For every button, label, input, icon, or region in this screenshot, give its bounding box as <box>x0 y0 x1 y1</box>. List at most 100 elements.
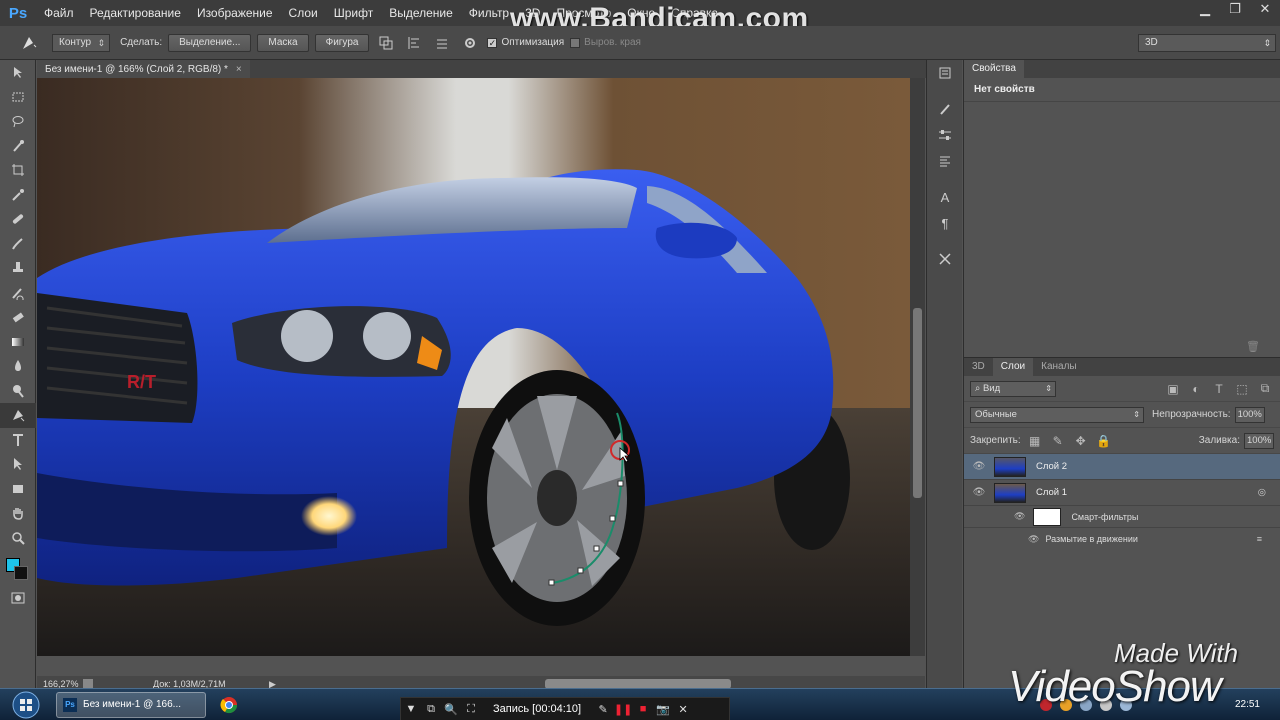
lock-paint-icon[interactable]: ✎ <box>1049 433 1067 449</box>
path-align-icon[interactable] <box>403 32 425 54</box>
mask-button[interactable]: Маска <box>257 33 309 52</box>
document-canvas[interactable]: R/T <box>37 78 910 656</box>
tab-properties[interactable]: Свойства <box>964 60 1024 78</box>
lasso-icon[interactable] <box>0 109 36 134</box>
visibility-eye-icon[interactable]: 👁 <box>964 487 994 498</box>
path-arrange-icon[interactable] <box>431 32 453 54</box>
tool-presets-icon[interactable] <box>927 246 963 272</box>
layer-filter-select[interactable]: ⌕ Вид <box>970 380 1056 397</box>
menu-file[interactable]: Файл <box>36 0 82 26</box>
blur-icon[interactable] <box>0 354 36 379</box>
draw-pencil-icon[interactable]: ✎ <box>593 703 613 716</box>
menu-layers[interactable]: Слои <box>281 0 326 26</box>
taskbar-photoshop-label: Без имени-1 @ 166... <box>83 699 182 710</box>
filter-type-icon[interactable]: T <box>1210 381 1228 397</box>
filter-smart-object-icon[interactable]: ⧉ <box>1256 381 1274 397</box>
chrome-icon[interactable] <box>220 696 238 714</box>
fullscreen-icon[interactable]: ⛶ <box>461 703 481 716</box>
smart-filters-eye-icon[interactable]: 👁 <box>1014 511 1025 522</box>
pen-tool-preset-icon[interactable] <box>18 32 40 54</box>
close-recording-icon[interactable]: ✕ <box>673 703 693 716</box>
tab-3d[interactable]: 3D <box>964 358 993 376</box>
collapse-arrow-icon[interactable]: ▼ <box>401 703 421 715</box>
eyedropper-icon[interactable] <box>0 183 36 208</box>
taskbar-photoshop-button[interactable]: Ps Без имени-1 @ 166... <box>56 692 206 718</box>
smart-filters-row[interactable]: 👁 Смарт-фильтры <box>964 506 1280 528</box>
color-swatches[interactable] <box>0 550 36 586</box>
filter-shape-icon[interactable]: ⬚ <box>1233 381 1251 397</box>
move-icon[interactable] <box>0 60 36 85</box>
lock-position-icon[interactable]: ✥ <box>1072 433 1090 449</box>
filter-options-icon[interactable]: ≡ <box>1257 534 1262 544</box>
camera-icon[interactable]: 📷 <box>653 703 673 716</box>
motion-blur-eye-icon[interactable]: 👁 <box>1028 534 1039 545</box>
close-document-icon[interactable]: × <box>236 64 242 75</box>
align-edges-checkbox[interactable] <box>570 37 581 48</box>
zoom-icon[interactable]: 🔍 <box>441 703 461 716</box>
quick-mask-icon[interactable] <box>0 586 36 611</box>
stop-icon[interactable]: ■ <box>633 703 653 715</box>
optimize-checkbox[interactable]: ✓ <box>487 37 498 48</box>
motion-blur-row[interactable]: 👁 Размытие в движении ≡ <box>964 528 1280 550</box>
pen-mode-select[interactable]: Контур <box>52 33 111 52</box>
quick-select-icon[interactable] <box>0 134 36 159</box>
type-icon[interactable] <box>0 428 36 453</box>
brush-presets-icon[interactable] <box>927 96 963 122</box>
window-mode-icon[interactable]: ⧉ <box>421 703 441 716</box>
gradient-icon[interactable] <box>0 330 36 355</box>
canvas-vertical-scrollbar[interactable] <box>910 78 925 656</box>
properties-trash-icon[interactable]: 🗑 <box>1246 340 1260 353</box>
stamp-icon[interactable] <box>0 256 36 281</box>
gear-icon[interactable] <box>459 32 481 54</box>
fill-field[interactable]: 100% <box>1244 432 1274 449</box>
menu-type[interactable]: Шрифт <box>326 0 381 26</box>
filter-pixel-icon[interactable]: ▣ <box>1164 381 1182 397</box>
pen-icon[interactable] <box>0 403 36 428</box>
hand-icon[interactable] <box>0 501 36 526</box>
blend-mode-select[interactable]: Обычные <box>970 406 1144 423</box>
layer-thumbnail <box>994 456 1026 477</box>
dodge-icon[interactable] <box>0 379 36 404</box>
zoom-icon[interactable] <box>0 526 36 551</box>
tab-layers[interactable]: Слои <box>992 358 1034 376</box>
adjustments-icon[interactable] <box>927 122 963 148</box>
marquee-icon[interactable] <box>0 85 36 110</box>
path-select-icon[interactable] <box>0 452 36 477</box>
menu-filter[interactable]: Фильтр <box>461 0 517 26</box>
close-button[interactable]: ✕ <box>1250 0 1280 20</box>
menu-edit[interactable]: Редактирование <box>82 0 189 26</box>
brush-icon[interactable] <box>0 232 36 257</box>
crop-icon[interactable] <box>0 158 36 183</box>
workspace-select[interactable]: 3D <box>1138 34 1276 52</box>
document-tab[interactable]: Без имени-1 @ 166% (Слой 2, RGB/8) * × <box>37 60 250 78</box>
opacity-field[interactable]: 100% <box>1234 406 1265 423</box>
paragraph-styles-icon[interactable] <box>927 148 963 174</box>
tab-channels[interactable]: Каналы <box>1033 358 1085 376</box>
character-panel-icon[interactable]: A <box>927 184 963 210</box>
layer-row-1[interactable]: 👁 Слой 1 ◎ <box>964 480 1280 506</box>
minimize-button[interactable]: ▁ <box>1190 0 1220 20</box>
vertical-scroll-thumb[interactable] <box>913 308 922 498</box>
visibility-eye-icon[interactable]: 👁 <box>964 461 994 472</box>
history-brush-icon[interactable] <box>0 281 36 306</box>
heal-icon[interactable] <box>0 207 36 232</box>
start-button[interactable] <box>6 690 46 720</box>
paragraph-panel-icon[interactable]: ¶ <box>927 210 963 236</box>
eraser-icon[interactable] <box>0 305 36 330</box>
history-panel-icon[interactable] <box>927 60 963 86</box>
filter-adjustment-icon[interactable]: ◐ <box>1187 381 1205 397</box>
shape-icon[interactable] <box>0 477 36 502</box>
lock-transparent-icon[interactable]: ▦ <box>1026 433 1044 449</box>
path-operations-icon[interactable] <box>375 32 397 54</box>
menu-image[interactable]: Изображение <box>189 0 281 26</box>
options-bar: Контур Сделать: Выделение... Маска Фигур… <box>0 26 1280 60</box>
background-color[interactable] <box>14 566 28 580</box>
menu-select[interactable]: Выделение <box>381 0 461 26</box>
layer-row-2[interactable]: 👁 Слой 2 <box>964 454 1280 480</box>
shape-button[interactable]: Фигура <box>314 33 370 52</box>
pause-icon[interactable]: ❚❚ <box>613 703 633 716</box>
restore-button[interactable]: ❐ <box>1220 0 1250 20</box>
photoshop-logo: Ps <box>8 4 28 22</box>
lock-all-icon[interactable]: 🔒 <box>1095 433 1113 449</box>
selection-button[interactable]: Выделение... <box>168 33 252 52</box>
